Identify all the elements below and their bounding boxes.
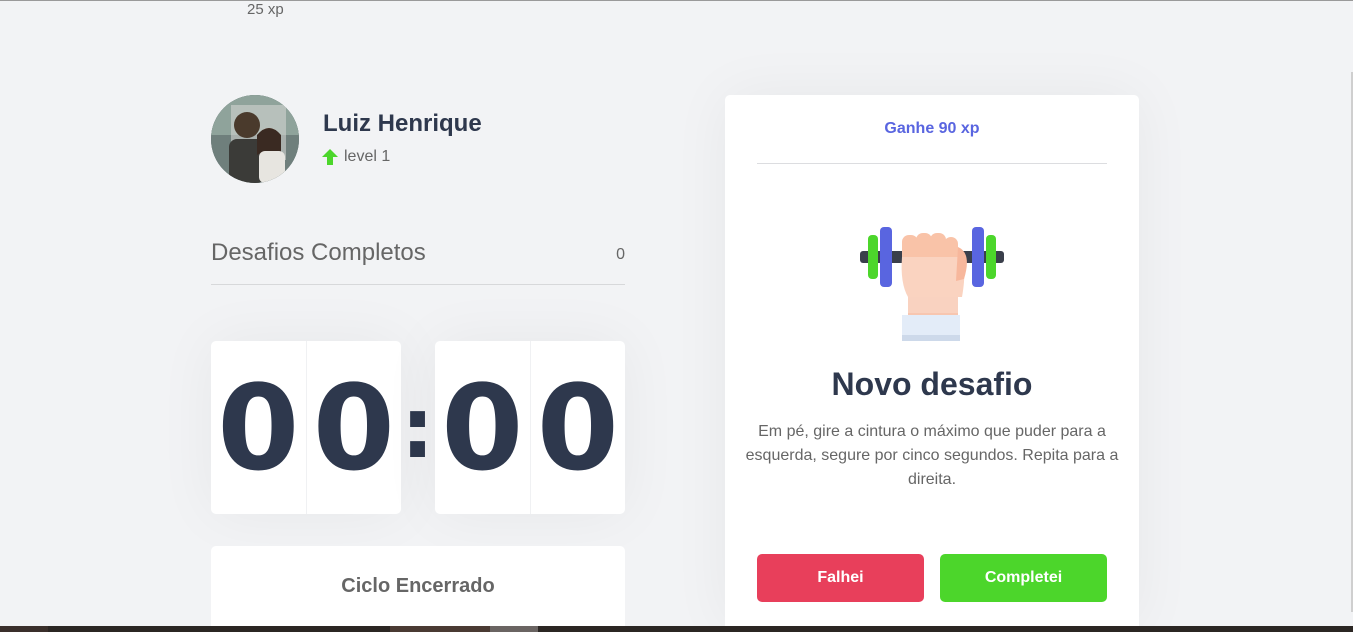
countdown-separator: :: [400, 378, 435, 477]
completed-challenges-count: 0: [616, 246, 625, 263]
countdown-seconds: 0 0: [435, 341, 625, 514]
level-label: level 1: [344, 148, 391, 165]
challenge-xp-gain: Ganhe 90 xp: [757, 95, 1107, 164]
seconds-ones-digit: 0: [536, 358, 619, 497]
top-divider: [0, 0, 1353, 1]
completed-button[interactable]: Completei: [940, 554, 1107, 602]
seconds-tens-digit: 0: [435, 341, 531, 514]
dumbbell-icon: [860, 227, 1004, 341]
taskbar-strip: [0, 626, 1353, 632]
challenge-title: Novo desafio: [831, 366, 1033, 402]
completed-challenges-label: Desafios Completos: [211, 239, 426, 266]
user-name: Luiz Henrique: [323, 110, 482, 137]
countdown-minutes: 0 0: [211, 341, 401, 514]
user-level: level 1: [322, 148, 390, 166]
avatar-photo: [211, 95, 299, 183]
minutes-tens-digit: 0: [211, 341, 307, 514]
completed-challenges: Desafios Completos 0: [211, 238, 625, 285]
cycle-ended-button[interactable]: Ciclo Encerrado: [211, 546, 625, 626]
challenge-card: Ganhe 90 xp Novo desafio Em pé, gire a c…: [725, 95, 1139, 626]
minutes-ones-digit: 0: [312, 358, 395, 497]
experience-label: 25 xp: [247, 1, 284, 18]
taskbar-segment: [390, 626, 490, 632]
challenge-description: Em pé, gire a cintura o máximo que puder…: [745, 423, 1119, 488]
taskbar-segment: [490, 626, 538, 632]
failed-button[interactable]: Falhei: [757, 554, 924, 602]
avatar: [211, 95, 299, 183]
taskbar-segment: [0, 626, 48, 632]
level-up-arrow-icon: [322, 149, 338, 165]
